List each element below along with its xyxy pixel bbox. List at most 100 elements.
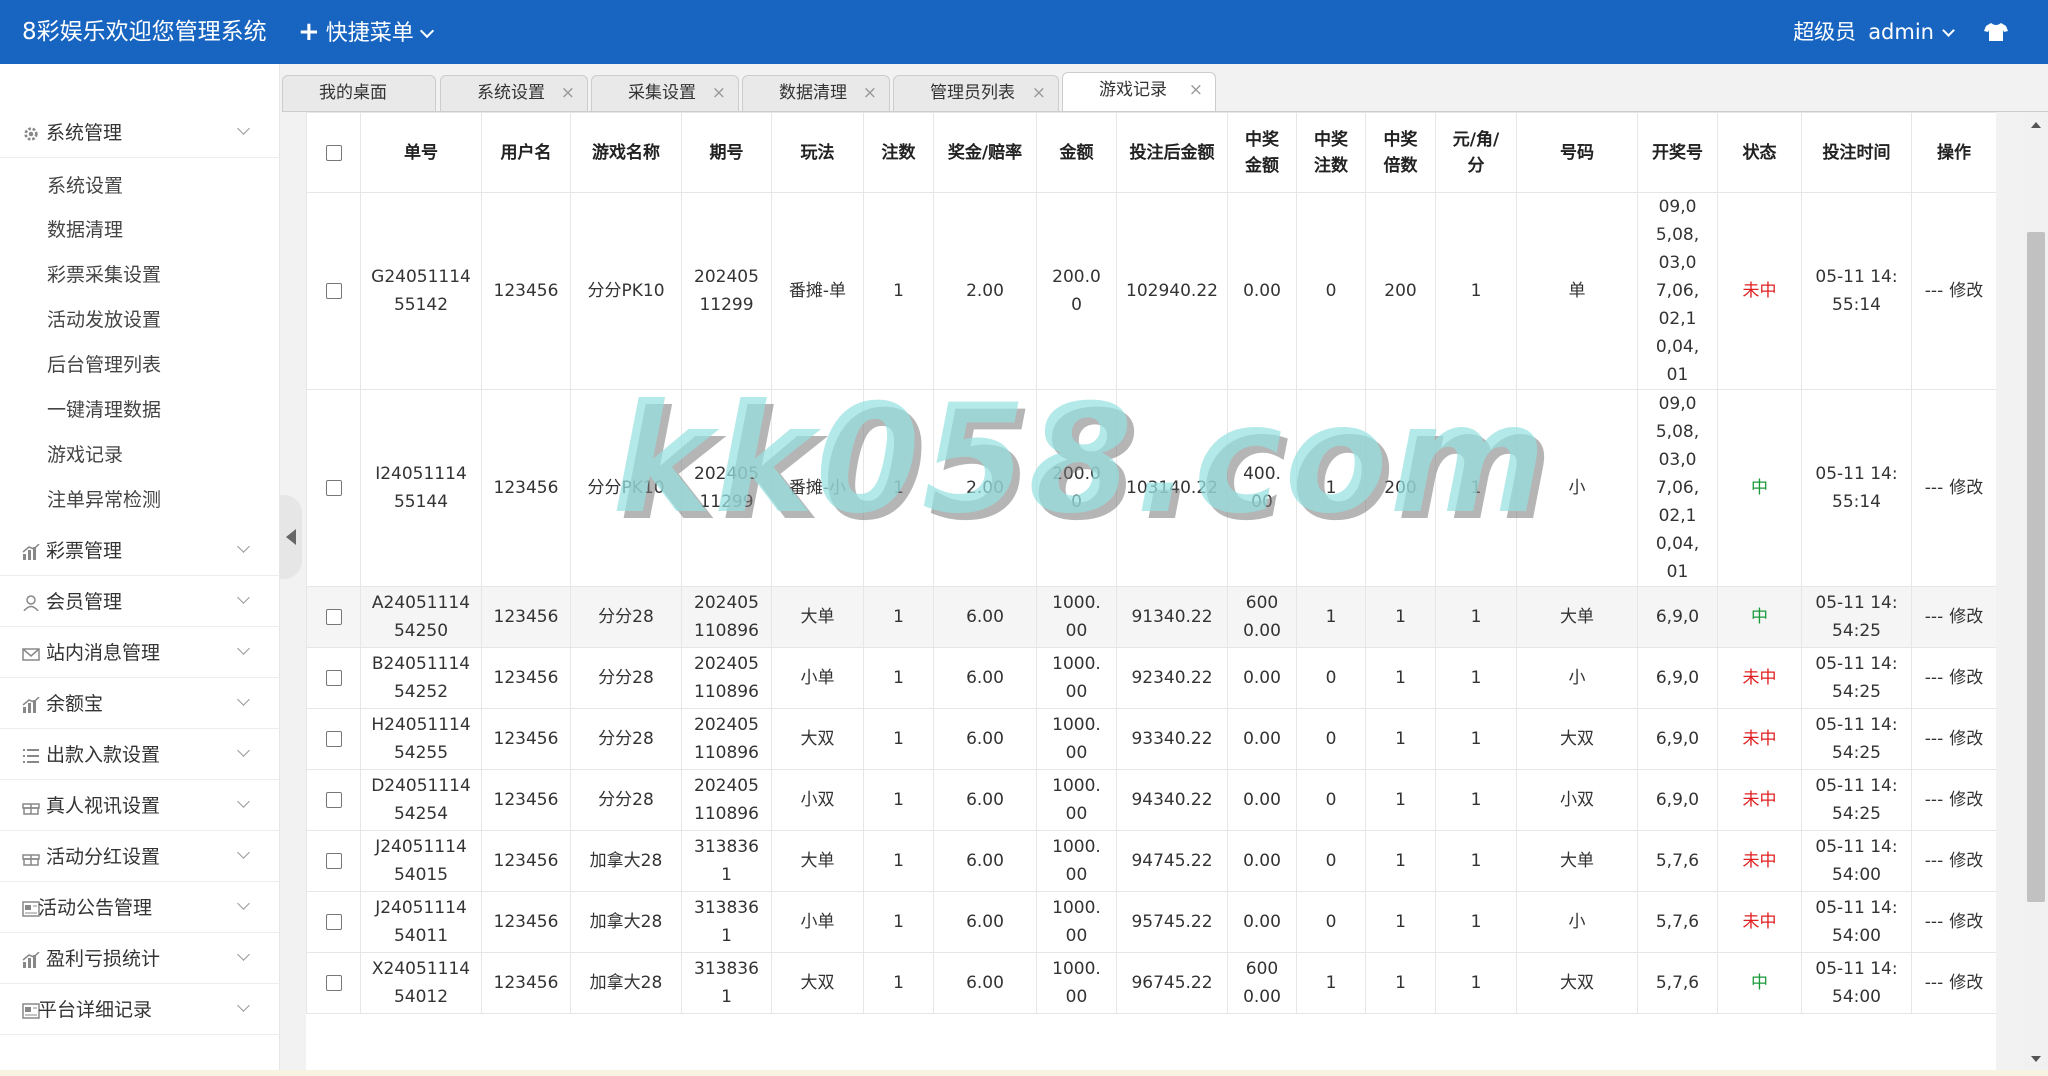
edit-link[interactable]: 修改: [1949, 912, 1983, 932]
sidebar-group-balance[interactable]: 余额宝: [0, 679, 280, 729]
row-select-cell[interactable]: [306, 389, 361, 587]
row-checkbox[interactable]: [325, 283, 342, 299]
chevron-down-icon: [237, 540, 250, 553]
scroll-thumb[interactable]: [2027, 232, 2045, 902]
sidebar-group-announcements[interactable]: 活动公告管理: [0, 883, 280, 933]
close-icon[interactable]: ×: [712, 76, 726, 110]
quick-menu-button[interactable]: + 快捷菜单: [298, 0, 434, 66]
action-placeholder: ---: [1924, 478, 1944, 498]
sidebar-item-activity-payout[interactable]: 活动发放设置: [47, 298, 267, 342]
period-cell: 20240511299: [681, 389, 772, 587]
sidebar-group-platform-records[interactable]: 平台详细记录: [0, 985, 280, 1035]
row-checkbox[interactable]: [325, 480, 342, 496]
theme-shirt-icon[interactable]: [1984, 22, 2008, 42]
edit-link[interactable]: 修改: [1949, 668, 1983, 688]
row-select-cell[interactable]: [306, 586, 361, 648]
chevron-down-icon: [237, 693, 250, 706]
row-select-cell[interactable]: [306, 769, 361, 831]
amount-cell: 1000.00: [1036, 952, 1117, 1014]
edit-link[interactable]: 修改: [1949, 281, 1983, 301]
sidebar-group-messages[interactable]: 站内消息管理: [0, 628, 280, 678]
tab-collect-settings[interactable]: 采集设置 ×: [591, 75, 739, 111]
bet-time-cell: 05-11 14:54:25: [1801, 769, 1912, 831]
sidebar-group-deposit-withdraw[interactable]: 出款入款设置: [0, 730, 280, 780]
column-header: 注数: [863, 112, 934, 193]
sidebar-item-data-clean[interactable]: 数据清理: [47, 208, 267, 252]
play-type-cell: 大单: [771, 830, 864, 892]
row-checkbox[interactable]: [325, 853, 342, 869]
sidebar-group-system[interactable]: 系统管理: [0, 108, 280, 158]
play-type-cell: 番摊-小: [771, 389, 864, 587]
row-checkbox[interactable]: [325, 914, 342, 930]
column-header: 中奖注数: [1296, 112, 1366, 193]
select-all-checkbox[interactable]: [325, 144, 342, 161]
edit-link[interactable]: 修改: [1949, 607, 1983, 627]
row-select-cell[interactable]: [306, 192, 361, 390]
edit-link[interactable]: 修改: [1949, 729, 1983, 749]
bet-time-cell: 05-11 14:54:25: [1801, 647, 1912, 709]
scroll-down-icon[interactable]: [2031, 1056, 2041, 1062]
play-type-cell: 大单: [771, 586, 864, 648]
edit-link[interactable]: 修改: [1949, 851, 1983, 871]
tab-admin-list[interactable]: 管理员列表 ×: [893, 75, 1059, 111]
column-header: 用户名: [481, 112, 571, 193]
column-header: 状态: [1717, 112, 1802, 193]
action-placeholder: ---: [1924, 851, 1944, 871]
bottom-strip: [0, 1070, 2048, 1076]
actions-cell: --- 修改: [1911, 891, 1996, 953]
tab-label: 我的桌面: [319, 83, 387, 103]
row-checkbox[interactable]: [325, 670, 342, 686]
edit-link[interactable]: 修改: [1949, 790, 1983, 810]
tab-game-records[interactable]: 游戏记录 ×: [1062, 72, 1216, 112]
sidebar-group-lottery[interactable]: 彩票管理: [0, 526, 280, 576]
row-checkbox[interactable]: [325, 609, 342, 625]
sidebar-item-lottery-collect[interactable]: 彩票采集设置: [47, 253, 267, 297]
bet-count-cell: 1: [863, 952, 934, 1014]
play-type-cell: 大双: [771, 952, 864, 1014]
tab-system-settings[interactable]: 系统设置 ×: [440, 75, 588, 111]
row-select-cell[interactable]: [306, 708, 361, 770]
play-type-cell: 小单: [771, 647, 864, 709]
row-checkbox[interactable]: [325, 731, 342, 747]
row-select-cell[interactable]: [306, 830, 361, 892]
header-select-all[interactable]: [306, 112, 361, 193]
row-select-cell[interactable]: [306, 891, 361, 953]
tab-data-clean[interactable]: 数据清理 ×: [742, 75, 890, 111]
row-select-cell[interactable]: [306, 952, 361, 1014]
close-icon[interactable]: ×: [1032, 76, 1046, 110]
close-icon[interactable]: ×: [561, 76, 575, 110]
draw-number-cell: 6,9,0: [1637, 586, 1718, 648]
sidebar-item-one-click-clean[interactable]: 一键清理数据: [47, 388, 267, 432]
actions-cell: --- 修改: [1911, 769, 1996, 831]
order-number-cell: A2405111454250: [360, 586, 482, 648]
bet-count-cell: 1: [863, 830, 934, 892]
sidebar-group-dividend[interactable]: 活动分红设置: [0, 832, 280, 882]
sidebar-group-profit-loss[interactable]: 盈利亏损统计: [0, 934, 280, 984]
sidebar-collapse-toggle[interactable]: [280, 495, 302, 579]
row-checkbox[interactable]: [325, 792, 342, 808]
row-checkbox[interactable]: [325, 975, 342, 991]
sidebar-group-members[interactable]: 会员管理: [0, 577, 280, 627]
tab-my-desktop[interactable]: 我的桌面: [282, 75, 436, 111]
amount-cell: 1000.00: [1036, 708, 1117, 770]
sidebar-item-bet-anomaly[interactable]: 注单异常检测: [47, 478, 267, 522]
order-number-cell: X2405111454012: [360, 952, 482, 1014]
edit-link[interactable]: 修改: [1949, 973, 1983, 993]
close-icon[interactable]: ×: [1189, 73, 1203, 107]
close-icon[interactable]: ×: [863, 76, 877, 110]
sidebar-item-admin-list[interactable]: 后台管理列表: [47, 343, 267, 387]
edit-link[interactable]: 修改: [1949, 478, 1983, 498]
user-menu[interactable]: 超级员 admin: [1793, 0, 1955, 64]
vertical-scrollbar[interactable]: [2024, 112, 2048, 1070]
multiple-cell: 1: [1365, 830, 1436, 892]
bar-chart-icon: [22, 544, 40, 560]
sidebar-group-live-video[interactable]: 真人视讯设置: [0, 781, 280, 831]
tab-label: 数据清理: [779, 83, 847, 103]
sidebar-item-game-records[interactable]: 游戏记录: [47, 433, 267, 477]
win-amount-cell: 0.00: [1227, 830, 1297, 892]
win-amount-cell: 6000.00: [1227, 952, 1297, 1014]
scroll-up-icon[interactable]: [2031, 122, 2041, 128]
sidebar-item-system-settings[interactable]: 系统设置: [47, 164, 267, 208]
row-select-cell[interactable]: [306, 647, 361, 709]
game-name-cell: 分分28: [570, 769, 682, 831]
